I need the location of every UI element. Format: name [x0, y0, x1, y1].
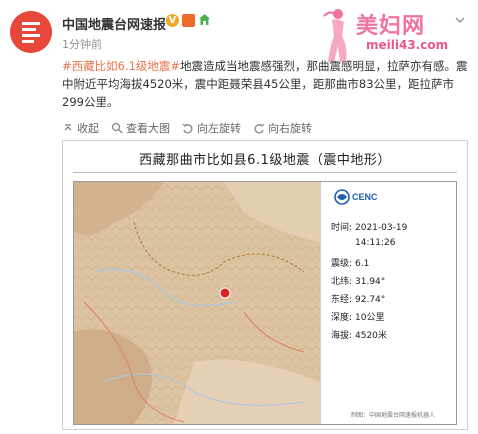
info-row-depth: 深度: 10公里 [331, 313, 385, 323]
rotate-left-button[interactable]: 向左旋转 [182, 120, 241, 136]
watermark-url: meili43.com [366, 38, 449, 52]
view-image-button[interactable]: 查看大图 [111, 120, 170, 136]
rotate-left-icon [182, 123, 193, 134]
watermark-title: 美妇网 [356, 14, 426, 39]
cenc-logo-text: CENC [352, 192, 378, 202]
info-row-latitude: 北纬: 31.94° [331, 277, 386, 287]
chevron-down-icon[interactable] [454, 14, 466, 26]
member-crown-icon [182, 14, 195, 27]
epicenter-marker [219, 287, 231, 299]
rotate-right-label: 向右旋转 [268, 122, 312, 135]
cenc-logo-icon: CENC [334, 189, 378, 205]
rotate-left-label: 向左旋转 [197, 122, 241, 135]
collapse-icon [64, 124, 72, 131]
info-row-time: 时间: 2021-03-19 [331, 223, 408, 233]
info-row-magnitude: 震级: 6.1 [331, 259, 370, 269]
map-title-divider [73, 172, 457, 173]
post-time[interactable]: 1分钟前 [62, 36, 102, 52]
map-title: 西藏那曲市比如县6.1级地震（震中地形） [139, 153, 391, 168]
verified-badge-icon: V [166, 14, 179, 27]
magnifier-icon [111, 122, 123, 134]
rotate-right-button[interactable]: 向右旋转 [253, 120, 312, 136]
map-frame: CENC 时间: 2021-03-19 14:11:26 震级: 6.1 北纬: 31… [73, 181, 457, 425]
image-toolbar: 收起 查看大图 向左旋转 向右旋转 [62, 120, 312, 136]
view-image-label: 查看大图 [126, 122, 170, 135]
house-icon [199, 14, 210, 25]
collapse-label: 收起 [77, 122, 99, 135]
hashtag-link[interactable]: #西藏比如6.1级地震# [62, 59, 180, 73]
collapse-button[interactable]: 收起 [62, 120, 99, 136]
quake-info-panel: CENC 时间: 2021-03-19 14:11:26 震级: 6.1 北纬: 31… [320, 182, 456, 424]
map-footer-note: 制图：中国地震台网速报机器人 [351, 412, 436, 419]
post-text: #西藏比如6.1级地震#地震造成当地震感强烈，那曲震感明显，拉萨亦有感。震中附近… [62, 57, 468, 111]
rotate-right-icon [254, 123, 265, 134]
info-row-longitude: 东经: 92.74° [331, 295, 386, 305]
account-name[interactable]: 中国地震台网速报 [62, 14, 166, 33]
terrain-map [74, 182, 320, 424]
post-image[interactable]: 西藏那曲市比如县6.1级地震（震中地形） CENC 时间: 2021-03-19… [62, 140, 468, 430]
info-row-clock: 14:11:26 [355, 238, 396, 248]
info-row-altitude: 海拔: 4520米 [331, 331, 387, 341]
avatar[interactable] [10, 11, 52, 53]
woman-silhouette-icon [323, 9, 347, 62]
